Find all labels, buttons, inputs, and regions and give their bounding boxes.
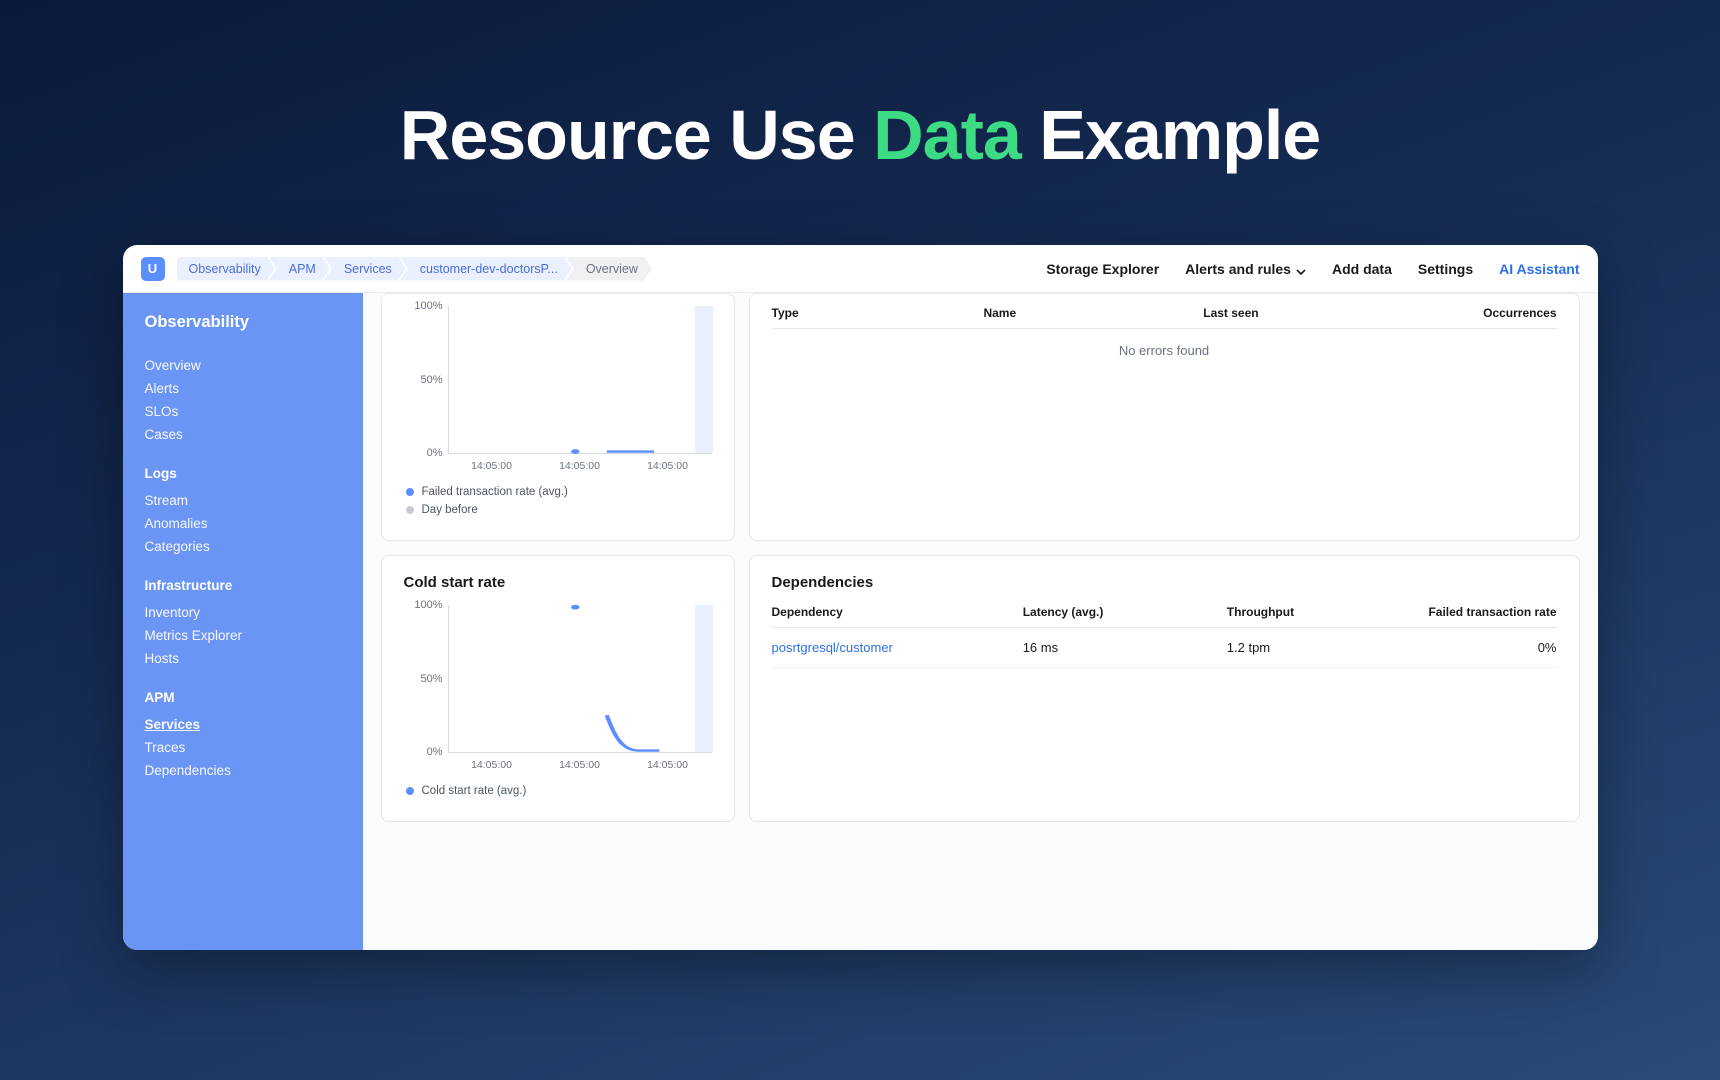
sidebar-item-stream[interactable]: Stream: [145, 489, 341, 512]
legend-item-cold-avg: Cold start rate (avg.): [406, 785, 712, 797]
errors-card: Type Name Last seen Occurrences No error…: [749, 293, 1580, 541]
dependency-latency: 16 ms: [1023, 640, 1227, 655]
nav-storage-explorer[interactable]: Storage Explorer: [1046, 261, 1159, 277]
failed-chart-plot: [449, 306, 712, 453]
topnav: Storage Explorer Alerts and rules Add da…: [1046, 261, 1579, 277]
failed-chart-xticks: 14:05:00 14:05:00 14:05:00: [448, 460, 712, 472]
failed-chart: 100% 50% 0% 14:05:00 14:05:00 14:05:00: [404, 306, 712, 516]
deps-table-head: Dependency Latency (avg.) Throughput Fai…: [772, 605, 1557, 628]
sidebar-group-infrastructure: Infrastructure: [145, 578, 341, 593]
sidebar-item-slos[interactable]: SLOs: [145, 400, 341, 423]
sidebar-item-dependencies[interactable]: Dependencies: [145, 759, 341, 782]
x-tick: 14:05:00: [536, 759, 624, 771]
table-row: posrtgresql/customer 16 ms 1.2 tpm 0%: [772, 628, 1557, 668]
legend-dot-icon: [406, 506, 414, 514]
x-tick: 14:05:00: [448, 460, 536, 472]
x-tick: 14:05:00: [624, 759, 712, 771]
app-body: Observability Overview Alerts SLOs Cases…: [123, 293, 1598, 950]
y-tick-100: 100%: [405, 300, 443, 312]
legend-label: Failed transaction rate (avg.): [422, 486, 568, 498]
breadcrumb-apm[interactable]: APM: [269, 257, 330, 281]
sidebar-item-services[interactable]: Services: [145, 713, 341, 736]
chevron-down-icon: [1296, 264, 1306, 274]
nav-settings[interactable]: Settings: [1418, 261, 1473, 277]
topbar: U Observability APM Services customer-de…: [123, 245, 1598, 293]
col-throughput: Throughput: [1227, 605, 1415, 619]
sidebar-item-cases[interactable]: Cases: [145, 423, 341, 446]
x-tick: 14:05:00: [448, 759, 536, 771]
errors-table-head: Type Name Last seen Occurrences: [772, 306, 1557, 329]
dependency-throughput: 1.2 tpm: [1227, 640, 1415, 655]
slide-title: Resource Use Data Example: [400, 95, 1320, 175]
errors-empty-message: No errors found: [772, 329, 1557, 372]
legend-dot-icon: [406, 787, 414, 795]
legend-item-day-before: Day before: [406, 504, 712, 516]
col-name: Name: [983, 306, 1203, 320]
cold-chart-xticks: 14:05:00 14:05:00 14:05:00: [448, 759, 712, 771]
cold-chart-area: 100% 50% 0%: [448, 605, 712, 753]
cold-chart-plot: [449, 605, 712, 752]
cold-chart-legend: Cold start rate (avg.): [406, 785, 712, 797]
col-occurrences: Occurrences: [1392, 306, 1557, 320]
y-tick-50: 50%: [405, 374, 443, 386]
dependencies-title: Dependencies: [772, 574, 1557, 591]
breadcrumb-service-name[interactable]: customer-dev-doctorsP...: [400, 257, 572, 281]
breadcrumb-services[interactable]: Services: [324, 257, 406, 281]
sidebar-item-alerts[interactable]: Alerts: [145, 377, 341, 400]
failed-chart-legend: Failed transaction rate (avg.) Day befor…: [406, 486, 712, 516]
y-tick-0: 0%: [405, 746, 443, 758]
sidebar-item-metrics-explorer[interactable]: Metrics Explorer: [145, 624, 341, 647]
legend-label: Cold start rate (avg.): [422, 785, 527, 797]
sidebar-group-apm: APM: [145, 690, 341, 705]
slide-title-accent: Data: [873, 96, 1021, 174]
x-tick: 14:05:00: [536, 460, 624, 472]
sidebar-group-logs: Logs: [145, 466, 341, 481]
sidebar-item-overview[interactable]: Overview: [145, 354, 341, 377]
dependency-failed-rate: 0%: [1415, 640, 1556, 655]
col-type: Type: [772, 306, 984, 320]
nav-alerts-rules-label: Alerts and rules: [1185, 261, 1291, 277]
legend-label: Day before: [422, 504, 478, 516]
col-failed-rate: Failed transaction rate: [1415, 605, 1556, 619]
dependency-link[interactable]: posrtgresql/customer: [772, 640, 1023, 655]
cold-start-title: Cold start rate: [404, 574, 712, 591]
sidebar-item-anomalies[interactable]: Anomalies: [145, 512, 341, 535]
cold-start-card: Cold start rate 100% 50% 0%: [381, 555, 735, 822]
nav-alerts-rules[interactable]: Alerts and rules: [1185, 261, 1306, 277]
sidebar-item-hosts[interactable]: Hosts: [145, 647, 341, 670]
sidebar-item-traces[interactable]: Traces: [145, 736, 341, 759]
col-latency: Latency (avg.): [1023, 605, 1227, 619]
cold-chart: 100% 50% 0% 14:05:00 14:05:00 14:05:00: [404, 605, 712, 797]
sidebar-item-inventory[interactable]: Inventory: [145, 601, 341, 624]
slide-title-post: Example: [1021, 96, 1320, 174]
logo-badge[interactable]: U: [141, 257, 165, 281]
col-last-seen: Last seen: [1203, 306, 1391, 320]
y-tick-50: 50%: [405, 673, 443, 685]
y-tick-100: 100%: [405, 599, 443, 611]
slide-title-pre: Resource Use: [400, 96, 873, 174]
col-dependency: Dependency: [772, 605, 1023, 619]
breadcrumb-observability[interactable]: Observability: [177, 257, 275, 281]
dependencies-card: Dependencies Dependency Latency (avg.) T…: [749, 555, 1580, 822]
failed-chart-area: 100% 50% 0%: [448, 306, 712, 454]
sidebar-item-categories[interactable]: Categories: [145, 535, 341, 558]
app-window: U Observability APM Services customer-de…: [123, 245, 1598, 950]
breadcrumb: Observability APM Services customer-dev-…: [177, 257, 652, 281]
x-tick: 14:05:00: [624, 460, 712, 472]
y-tick-0: 0%: [405, 447, 443, 459]
main-content: 100% 50% 0% 14:05:00 14:05:00 14:05:00: [363, 293, 1598, 950]
breadcrumb-overview[interactable]: Overview: [566, 257, 652, 281]
sidebar-title: Observability: [145, 313, 341, 332]
nav-add-data[interactable]: Add data: [1332, 261, 1392, 277]
legend-dot-icon: [406, 488, 414, 496]
nav-ai-assistant[interactable]: AI Assistant: [1499, 261, 1579, 277]
sidebar: Observability Overview Alerts SLOs Cases…: [123, 293, 363, 950]
legend-item-failed-avg: Failed transaction rate (avg.): [406, 486, 712, 498]
failed-transaction-chart-card: 100% 50% 0% 14:05:00 14:05:00 14:05:00: [381, 293, 735, 541]
